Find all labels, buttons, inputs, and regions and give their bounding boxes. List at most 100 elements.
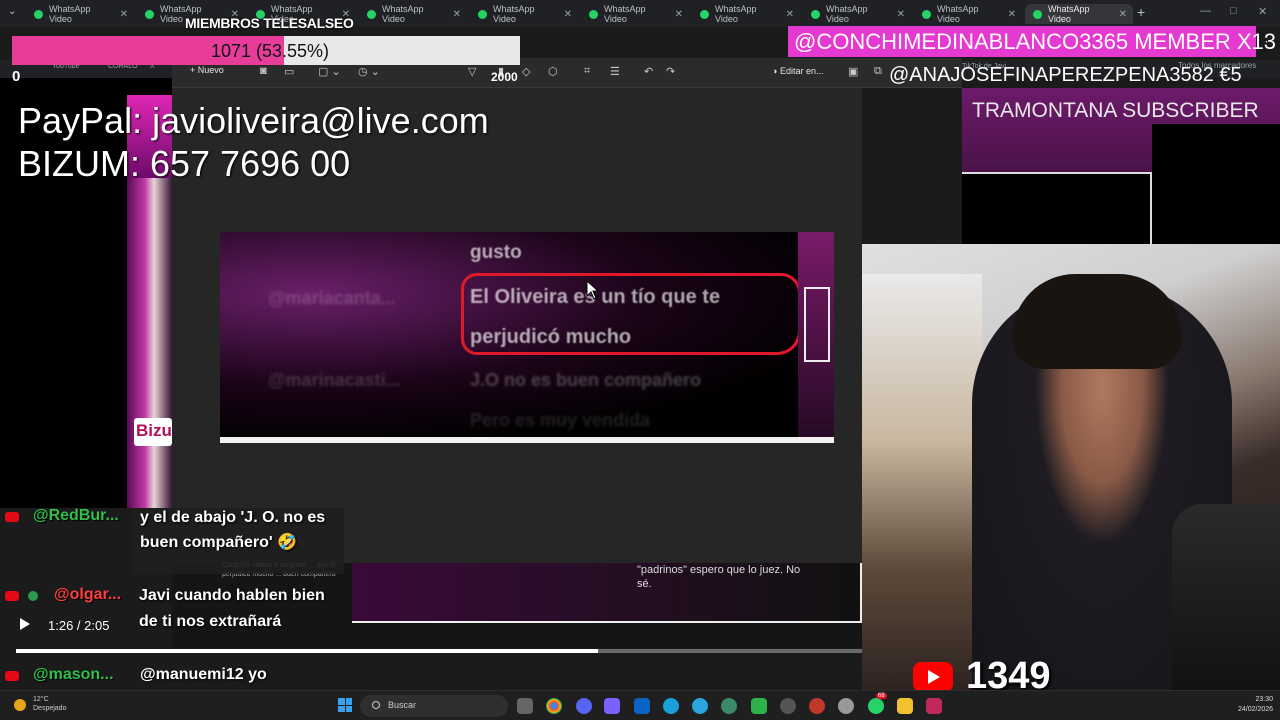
close-icon[interactable]: ✕: [1008, 9, 1016, 20]
bizum-info: BIZUM: 657 7696 00: [18, 143, 351, 184]
whatsapp-icon: [811, 9, 820, 19]
timer-icon[interactable]: ◷ ⌄: [358, 65, 380, 78]
chat-message: y el de abajo 'J. O. no es buen compañer…: [140, 509, 326, 551]
whatsapp-icon: [367, 9, 376, 19]
pen-icon[interactable]: ▽: [468, 65, 476, 78]
members-goal-bar: 1071 (53.55%): [12, 36, 520, 65]
progress-bar[interactable]: [16, 649, 862, 653]
youtube-icon: [5, 512, 19, 522]
chat-username: @RedBur...: [33, 507, 119, 524]
side-badge: Bizu: [134, 418, 172, 446]
subscriber-alert: TRAMONTANA SUBSCRIBER: [972, 99, 1259, 122]
close-icon[interactable]: ✕: [564, 9, 572, 20]
close-icon[interactable]: ✕: [675, 9, 683, 20]
browser-tab[interactable]: WhatsApp Video ✕: [359, 4, 467, 24]
task-view-icon[interactable]: [517, 698, 533, 714]
notification-badge: 68: [876, 693, 887, 699]
youtube-icon: [5, 591, 19, 601]
microphone: [1172, 504, 1280, 694]
browser-tab[interactable]: WhatsApp Video ✕: [26, 4, 134, 24]
telegram-icon[interactable]: [692, 698, 708, 714]
browser-tab[interactable]: WhatsApp Video ✕: [692, 4, 800, 24]
chat-username: @olgar...: [54, 586, 122, 603]
browser-tab[interactable]: WhatsApp Video ✕: [914, 4, 1022, 24]
progress-fill: [16, 649, 599, 653]
more-options-icon[interactable]: ⋮: [1260, 34, 1273, 50]
teams-icon[interactable]: [604, 698, 620, 714]
crop-icon[interactable]: ⌗: [584, 65, 590, 78]
browser-tab[interactable]: WhatsApp Video ✕: [803, 4, 911, 24]
whatsapp-icon: [478, 9, 487, 19]
tab-search-icon[interactable]: ⌄: [8, 6, 16, 17]
file-explorer-icon[interactable]: [897, 698, 913, 714]
chrome-icon[interactable]: [546, 698, 562, 714]
discord-icon[interactable]: [576, 698, 592, 714]
chat-message: Javi cuando hablen bien de ti nos extrañ…: [139, 587, 325, 630]
play-icon[interactable]: [20, 618, 30, 630]
browser-tab[interactable]: WhatsApp Video ✕: [470, 4, 578, 24]
app-icon[interactable]: [809, 698, 825, 714]
streamer-hair: [1012, 274, 1182, 369]
browser-tab-active[interactable]: WhatsApp Video ✕: [1025, 4, 1133, 24]
blurred-username: @marinacasti...: [268, 370, 401, 390]
members-goal-title: MIEMBROS TELESALSEO: [185, 15, 354, 31]
weather-icon[interactable]: [14, 699, 26, 711]
timecode: 1:26 / 2:05: [48, 618, 110, 633]
snipping-tool-icon[interactable]: [926, 698, 942, 714]
video-player-controls: 1:26 / 2:05: [0, 610, 862, 660]
undo-icon[interactable]: ↶: [644, 65, 653, 78]
browser-tab[interactable]: WhatsApp Video ✕: [581, 4, 689, 24]
whatsapp-icon: [589, 9, 598, 19]
new-button[interactable]: + Nuevo: [190, 65, 224, 75]
copy-icon[interactable]: ⧉: [874, 65, 882, 78]
maximize-icon[interactable]: □: [1230, 5, 1237, 17]
close-icon[interactable]: ✕: [1119, 9, 1127, 20]
blurred-username: @mariacanta...: [268, 288, 396, 308]
app-icon[interactable]: [721, 698, 737, 714]
eraser-icon[interactable]: ◇: [522, 65, 530, 78]
edit-in-button[interactable]: ◑ Editar en...: [772, 66, 823, 76]
shape-icon[interactable]: ▢ ⌄: [318, 65, 341, 78]
close-icon[interactable]: ✕: [897, 9, 905, 20]
new-tab-icon[interactable]: +: [1137, 4, 1145, 20]
video-icon[interactable]: ▭: [284, 65, 294, 78]
system-clock[interactable]: 23:30 24/02/2026: [1238, 695, 1273, 715]
close-icon[interactable]: ✕: [453, 9, 461, 20]
member-badge-icon: [28, 591, 38, 601]
members-goal-count: 1071 (53.55%): [210, 41, 330, 61]
taskbar-search[interactable]: Buscar: [360, 695, 508, 717]
webcam-feed: [862, 244, 1280, 694]
settings-icon[interactable]: [780, 698, 796, 714]
close-icon[interactable]: ✕: [786, 9, 794, 20]
save-icon[interactable]: ▣: [848, 65, 858, 78]
whatsapp-icon: [700, 9, 709, 19]
outlook-icon[interactable]: [634, 698, 650, 714]
annotated-screenshot: gusto @mariacanta... El Oliveira es un t…: [220, 232, 834, 443]
whatsapp-icon: [1033, 9, 1042, 19]
webcam-background-shelf: [862, 274, 982, 694]
youtube-icon: [5, 671, 19, 681]
youtube-play-icon: [928, 670, 940, 684]
video-caption: "padrinos" espero que lo juez. No sé.: [637, 564, 801, 590]
red-highlight-circle: [461, 273, 801, 355]
search-icon: [372, 701, 380, 709]
pen-size-value: 2000: [491, 70, 518, 84]
minimize-icon[interactable]: —: [1200, 5, 1211, 17]
whatsapp-icon[interactable]: [868, 698, 884, 714]
edge-icon[interactable]: [663, 698, 679, 714]
close-window-icon[interactable]: ✕: [1258, 5, 1267, 18]
screenshot-heading: gusto: [470, 242, 522, 263]
windows-taskbar: 12°C Despejado Buscar 68 23:30 24/02/202…: [0, 690, 1280, 720]
app-icon[interactable]: [838, 698, 854, 714]
weather-widget[interactable]: 12°C Despejado: [33, 695, 66, 713]
text-actions-icon[interactable]: ☰: [610, 65, 620, 78]
blurred-comment: Pero es muy vendida: [470, 410, 651, 430]
screenshot-frame: [804, 287, 830, 362]
member-alert-banner: @CONCHIMEDINABLANCO3365 MEMBER X13: [788, 26, 1276, 57]
close-icon[interactable]: ✕: [120, 9, 128, 20]
shapes-icon[interactable]: ⬡: [548, 65, 558, 78]
app-icon[interactable]: [751, 698, 767, 714]
windows-start-icon[interactable]: [338, 698, 352, 712]
redo-icon[interactable]: ↷: [666, 65, 675, 78]
camera-icon[interactable]: ◙: [260, 65, 267, 77]
